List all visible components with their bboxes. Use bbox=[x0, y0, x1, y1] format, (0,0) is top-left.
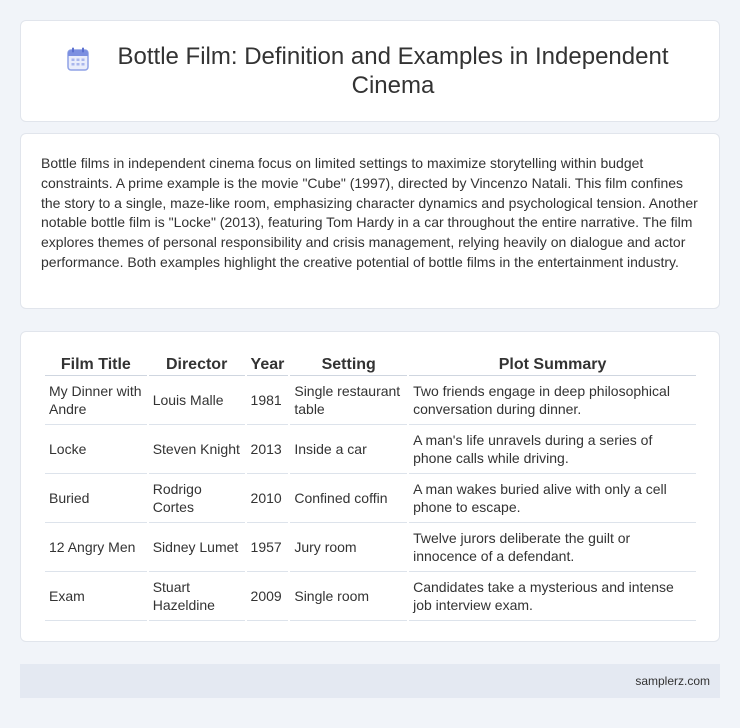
cell-director: Steven Knight bbox=[148, 425, 245, 474]
header-year: Year bbox=[246, 354, 289, 376]
table-row: Buried Rodrigo Cortes 2010 Confined coff… bbox=[45, 474, 696, 523]
films-table-card: Film Title Director Year Setting Plot Su… bbox=[20, 331, 720, 642]
cell-setting: Confined coffin bbox=[290, 474, 408, 523]
cell-plot-summary: Twelve jurors deliberate the guilt or in… bbox=[409, 523, 696, 572]
films-table: Film Title Director Year Setting Plot Su… bbox=[43, 354, 698, 621]
cell-year: 1957 bbox=[246, 523, 289, 572]
cell-setting: Jury room bbox=[290, 523, 408, 572]
cell-plot-summary: A man's life unravels during a series of… bbox=[409, 425, 696, 474]
description-text: Bottle films in independent cinema focus… bbox=[41, 155, 698, 270]
cell-year: 2009 bbox=[246, 572, 289, 621]
table-header-row: Film Title Director Year Setting Plot Su… bbox=[45, 354, 696, 376]
header-film-title: Film Title bbox=[45, 354, 147, 376]
cell-year: 2010 bbox=[246, 474, 289, 523]
header-director: Director bbox=[148, 354, 245, 376]
cell-director: Louis Malle bbox=[148, 376, 245, 425]
page-title: Bottle Film: Definition and Examples in … bbox=[117, 43, 669, 99]
table-row: 12 Angry Men Sidney Lumet 1957 Jury room… bbox=[45, 523, 696, 572]
header-setting: Setting bbox=[290, 354, 408, 376]
description-card: Bottle films in independent cinema focus… bbox=[20, 133, 720, 309]
cell-film-title: Buried bbox=[45, 474, 147, 523]
header-plot-summary: Plot Summary bbox=[409, 354, 696, 376]
cell-year: 1981 bbox=[246, 376, 289, 425]
cell-director: Stuart Hazeldine bbox=[148, 572, 245, 621]
cell-film-title: 12 Angry Men bbox=[45, 523, 147, 572]
table-row: My Dinner with Andre Louis Malle 1981 Si… bbox=[45, 376, 696, 425]
cell-film-title: Locke bbox=[45, 425, 147, 474]
cell-film-title: Exam bbox=[45, 572, 147, 621]
cell-setting: Single restaurant table bbox=[290, 376, 408, 425]
cell-plot-summary: Candidates take a mysterious and intense… bbox=[409, 572, 696, 621]
footer-site-link[interactable]: samplerz.com bbox=[635, 674, 710, 688]
cell-director: Sidney Lumet bbox=[148, 523, 245, 572]
cell-setting: Single room bbox=[290, 572, 408, 621]
cell-plot-summary: A man wakes buried alive with only a cel… bbox=[409, 474, 696, 523]
cell-director: Rodrigo Cortes bbox=[148, 474, 245, 523]
cell-setting: Inside a car bbox=[290, 425, 408, 474]
cell-film-title: My Dinner with Andre bbox=[45, 376, 147, 425]
cell-plot-summary: Two friends engage in deep philosophical… bbox=[409, 376, 696, 425]
header-card: Bottle Film: Definition and Examples in … bbox=[20, 20, 720, 122]
table-row: Locke Steven Knight 2013 Inside a car A … bbox=[45, 425, 696, 474]
cell-year: 2013 bbox=[246, 425, 289, 474]
calendar-icon bbox=[67, 47, 89, 71]
table-row: Exam Stuart Hazeldine 2009 Single room C… bbox=[45, 572, 696, 621]
footer: samplerz.com bbox=[20, 664, 720, 698]
